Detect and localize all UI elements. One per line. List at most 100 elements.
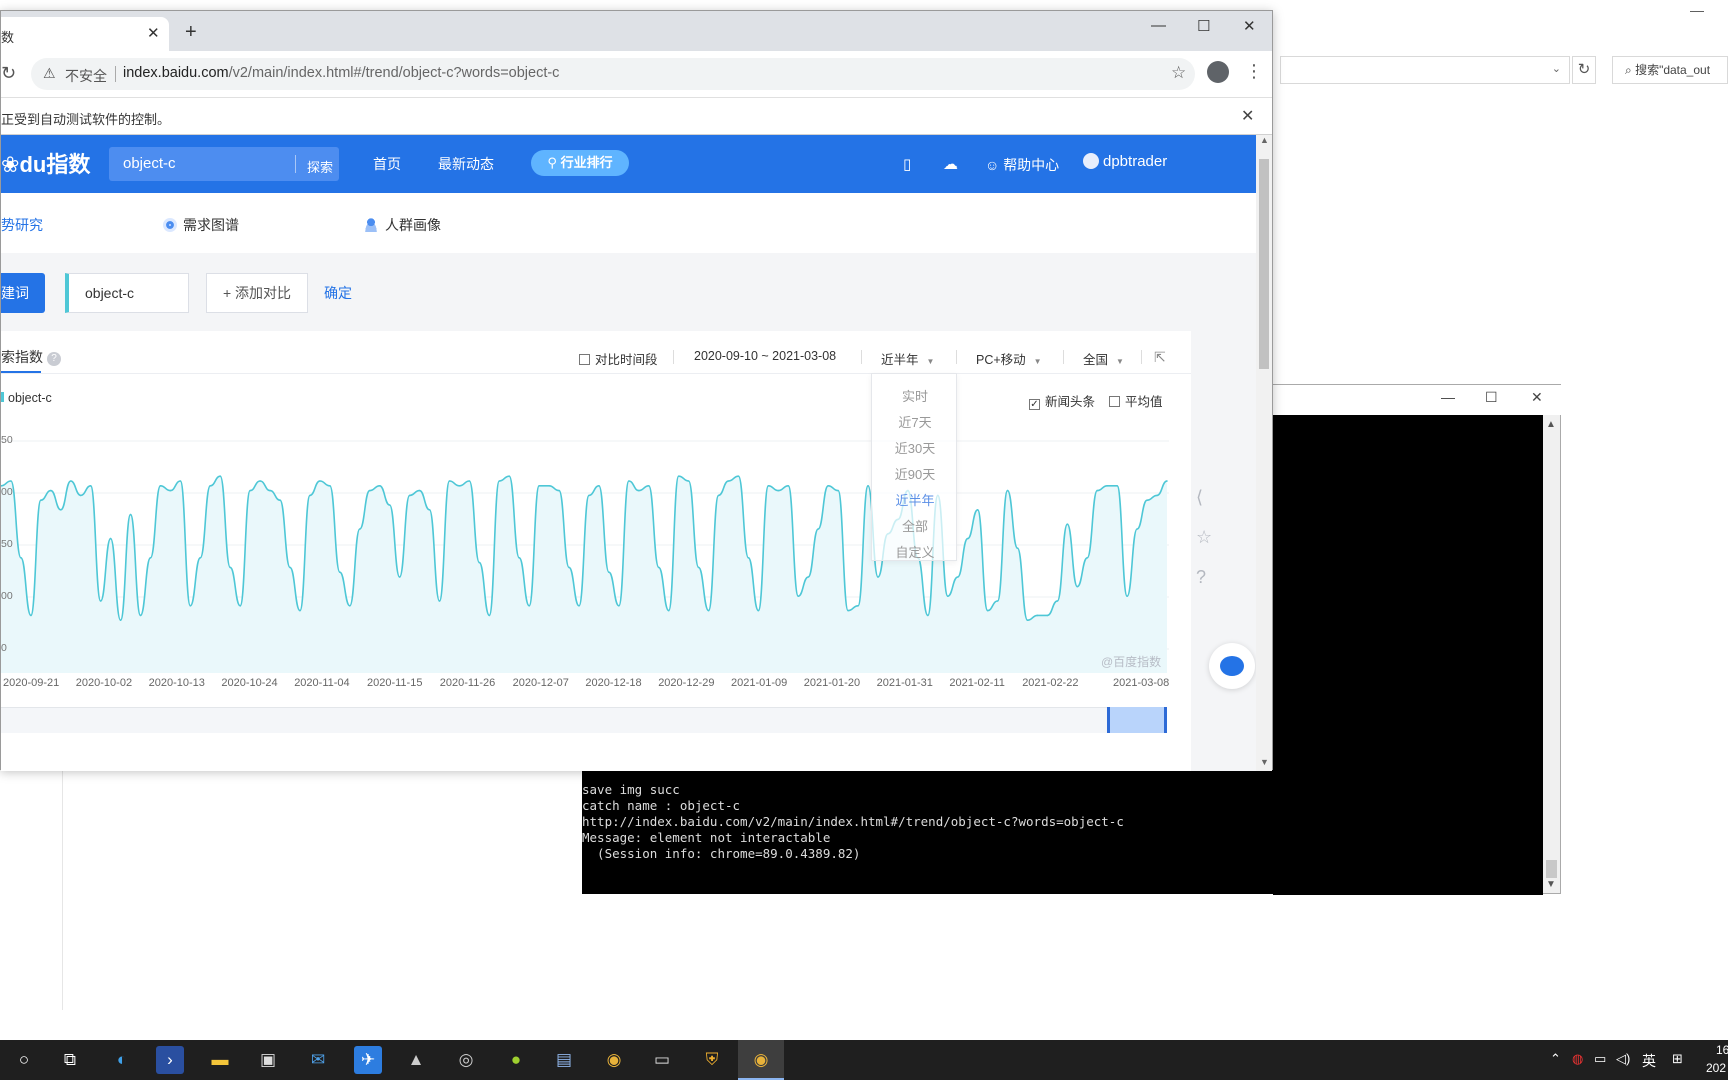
keyboard-icon[interactable]: ⊞ xyxy=(1672,1051,1683,1067)
data-point[interactable] xyxy=(598,485,600,487)
data-point[interactable] xyxy=(259,480,261,482)
time-range-slider[interactable] xyxy=(1,707,1166,733)
data-point[interactable] xyxy=(1116,485,1118,487)
wechat-icon[interactable]: ☁ xyxy=(943,155,958,173)
close-tab-icon[interactable]: ✕ xyxy=(147,24,160,42)
scroll-up-icon[interactable]: ▲ xyxy=(1546,419,1556,430)
minimize-icon[interactable]: — xyxy=(1151,17,1166,34)
data-point[interactable] xyxy=(657,566,660,569)
data-point[interactable] xyxy=(628,480,630,482)
data-point[interactable] xyxy=(548,485,550,487)
maximize-icon[interactable]: ☐ xyxy=(1197,17,1210,35)
tab-trend-research[interactable]: 势研究 xyxy=(1,215,43,235)
help-center-link[interactable]: ☺ 帮助中心 xyxy=(985,155,1059,175)
data-point[interactable] xyxy=(378,485,381,487)
data-point[interactable] xyxy=(339,571,341,573)
url-text[interactable]: index.baidu.com/v2/main/index.html#/tren… xyxy=(123,65,559,81)
data-point[interactable] xyxy=(1076,585,1079,588)
explorer-search-input[interactable]: ⌕ 搜索"data_out xyxy=(1612,56,1728,84)
dropdown-option[interactable]: 自定义 xyxy=(872,542,958,561)
scroll-down-icon[interactable]: ▼ xyxy=(1260,757,1269,767)
data-point[interactable] xyxy=(1006,489,1009,492)
search-circle-icon[interactable]: ○ xyxy=(10,1046,38,1074)
compare-period-checkbox[interactable]: 对比时间段 xyxy=(579,349,658,368)
data-point[interactable] xyxy=(219,475,222,477)
data-point[interactable] xyxy=(508,475,511,477)
data-point[interactable] xyxy=(578,605,580,607)
data-point[interactable] xyxy=(1166,480,1168,482)
data-point[interactable] xyxy=(1036,614,1039,617)
chevron-up-icon[interactable]: ⌃ xyxy=(1550,1051,1561,1067)
data-point[interactable] xyxy=(568,566,570,569)
chrome-icon[interactable]: ◉ xyxy=(600,1046,628,1074)
help-icon[interactable]: ? xyxy=(47,352,61,366)
data-point[interactable] xyxy=(797,595,800,597)
data-point[interactable] xyxy=(647,485,650,487)
data-point[interactable] xyxy=(538,485,540,487)
region-select[interactable]: 全国 ▼ xyxy=(1083,349,1124,368)
close-icon[interactable]: ✕ xyxy=(1531,389,1543,406)
data-point[interactable] xyxy=(857,605,859,607)
data-point[interactable] xyxy=(139,614,142,617)
data-point[interactable] xyxy=(478,561,481,564)
keyword-search-box[interactable]: object-c 探索 xyxy=(109,147,339,181)
period-select[interactable]: 近半年 ▼ xyxy=(881,349,934,368)
tab-audience-profile[interactable]: 人群画像 xyxy=(363,215,441,235)
data-point[interactable] xyxy=(40,499,42,501)
tab-demand-map[interactable]: 需求图谱 xyxy=(163,215,239,235)
close-icon[interactable]: ✕ xyxy=(1241,106,1254,126)
chevron-down-icon[interactable]: ⌄ xyxy=(1552,62,1561,75)
ime-indicator[interactable]: 英 xyxy=(1642,1051,1656,1071)
data-point[interactable] xyxy=(368,489,371,492)
network-icon[interactable]: ▭ xyxy=(1594,1051,1606,1067)
data-point[interactable] xyxy=(1016,547,1019,549)
share-icon[interactable]: ⟨ xyxy=(1196,487,1203,508)
data-point[interactable] xyxy=(827,485,829,487)
data-point[interactable] xyxy=(986,609,989,612)
confirm-button[interactable]: 确定 xyxy=(324,283,352,303)
warning-icon[interactable]: ⚠ xyxy=(43,65,56,82)
data-point[interactable] xyxy=(528,605,530,607)
volume-icon[interactable]: ◁) xyxy=(1616,1051,1630,1067)
data-point[interactable] xyxy=(388,504,391,506)
address-bar[interactable]: ⚠ 不安全 index.baidu.com/v2/main/index.html… xyxy=(31,58,1195,90)
bookmark-star-icon[interactable]: ☆ xyxy=(1171,63,1186,83)
data-point[interactable] xyxy=(976,509,979,511)
data-point[interactable] xyxy=(299,609,301,612)
date-range-picker[interactable]: 2020-09-10 ~ 2021-03-08 xyxy=(694,349,836,363)
add-compare-button[interactable]: + 添加对比 xyxy=(206,273,308,313)
data-point[interactable] xyxy=(498,480,501,482)
data-point[interactable] xyxy=(1106,485,1109,487)
data-point[interactable] xyxy=(777,489,780,492)
customer-service-button[interactable] xyxy=(1209,643,1255,689)
star-icon[interactable]: ☆ xyxy=(1196,527,1212,548)
scroll-down-icon[interactable]: ▼ xyxy=(1546,879,1556,890)
data-point[interactable] xyxy=(10,480,12,482)
data-point[interactable] xyxy=(30,614,32,617)
data-point[interactable] xyxy=(677,475,680,477)
data-point[interactable] xyxy=(588,494,590,497)
remote-desktop-icon[interactable]: ▤ xyxy=(550,1046,578,1074)
nav-home[interactable]: 首页 xyxy=(373,154,401,174)
data-point[interactable] xyxy=(349,605,351,607)
data-point[interactable] xyxy=(448,480,451,482)
aperture-icon[interactable]: ◎ xyxy=(452,1046,480,1074)
data-point[interactable] xyxy=(956,576,959,578)
data-point[interactable] xyxy=(687,480,690,482)
security-label[interactable]: 不安全 xyxy=(65,66,107,86)
data-point[interactable] xyxy=(697,566,700,569)
search-input[interactable]: object-c xyxy=(123,155,176,172)
reload-icon[interactable]: ↻ xyxy=(1,63,16,84)
keyword-button[interactable]: 建词 xyxy=(1,273,45,313)
help-icon[interactable]: ? xyxy=(1196,567,1206,588)
refresh-icon[interactable]: ↻ xyxy=(1572,56,1596,84)
maximize-icon[interactable]: ☐ xyxy=(1485,389,1498,406)
data-point[interactable] xyxy=(1136,528,1138,530)
data-point[interactable] xyxy=(877,576,879,578)
data-point[interactable] xyxy=(309,494,311,497)
data-point[interactable] xyxy=(996,600,999,602)
data-point[interactable] xyxy=(149,557,152,559)
data-point[interactable] xyxy=(1146,499,1148,501)
data-point[interactable] xyxy=(667,609,670,612)
news-checkbox[interactable]: ✓ 新闻头条 xyxy=(1029,391,1095,410)
